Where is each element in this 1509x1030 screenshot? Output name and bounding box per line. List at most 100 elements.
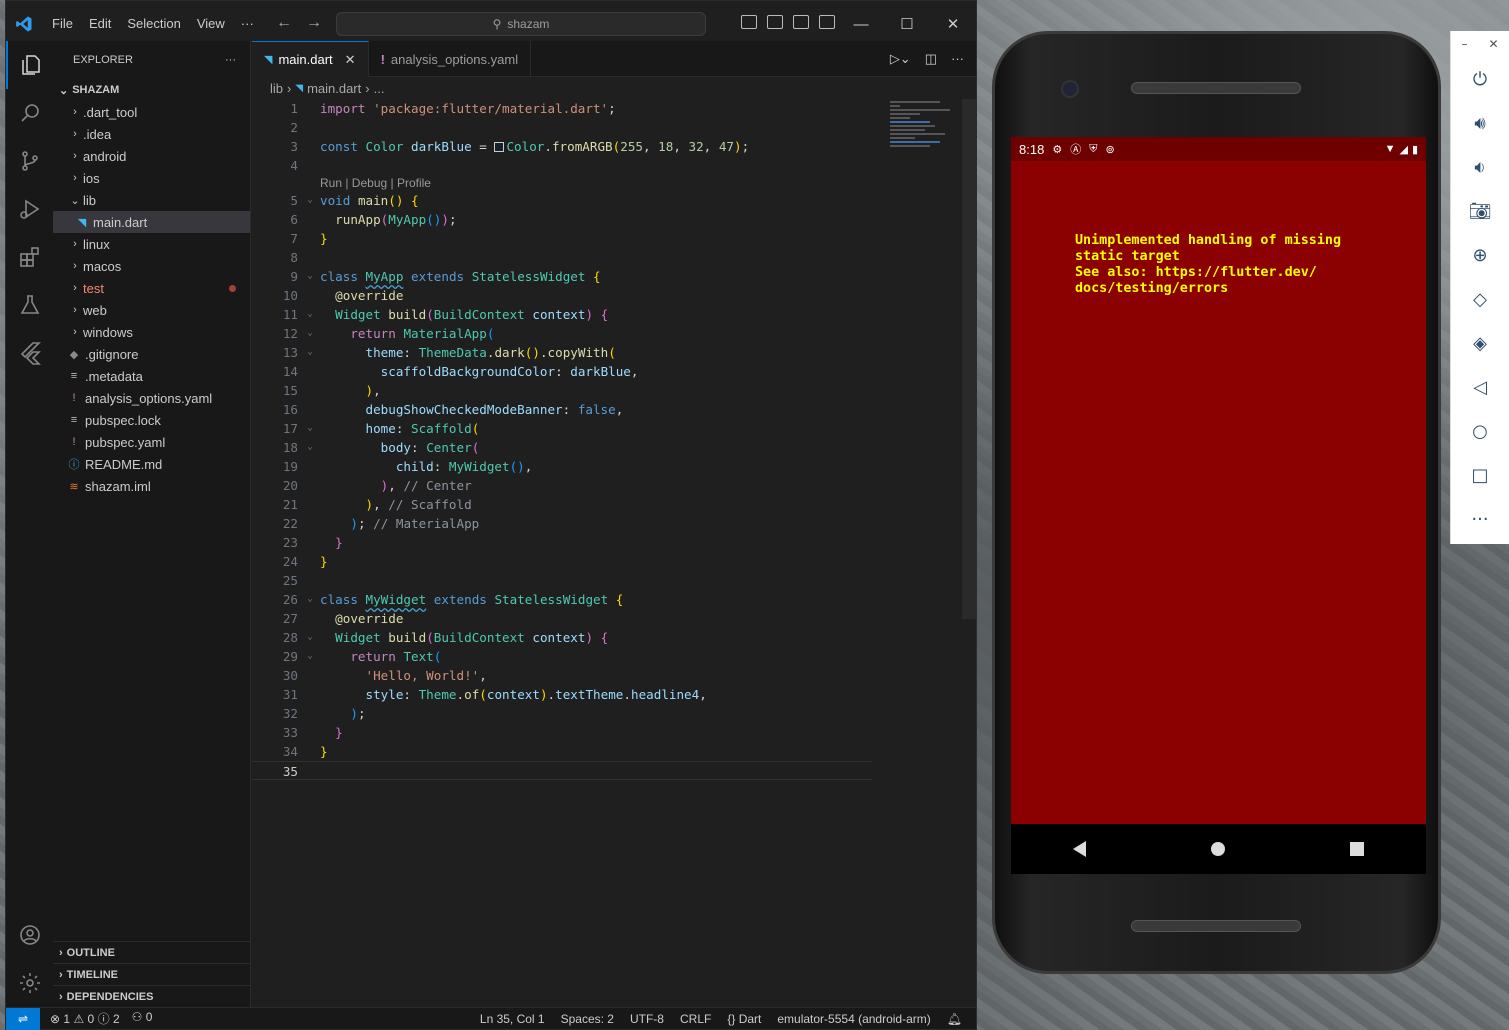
- chevron-right-icon: ›: [59, 946, 63, 959]
- tree-item[interactable]: › web: [53, 299, 250, 321]
- error-icon: ⊗: [50, 1012, 61, 1026]
- timeline-section[interactable]: › TIMELINE: [53, 963, 250, 985]
- workspace-root[interactable]: ⌄ SHAZAM: [53, 79, 250, 101]
- close-tab-icon[interactable]: ✕: [345, 52, 356, 68]
- settings-gear-icon[interactable]: [6, 959, 53, 1007]
- status-right: Ln 35, Col 1 Spaces: 2 UTF-8 CRLF {} Dar…: [480, 1012, 962, 1026]
- ports-indicator[interactable]: ⚇ 0: [132, 1010, 153, 1027]
- volume-up-icon[interactable]: 🔊︎: [1451, 101, 1509, 145]
- language-mode[interactable]: {} Dart: [727, 1012, 761, 1026]
- breadcrumb-lib[interactable]: lib: [270, 81, 283, 96]
- notifications-bell-icon[interactable]: 🔔︎: [947, 1012, 962, 1026]
- chevron-right-icon: ›: [287, 80, 292, 96]
- tree-item[interactable]: ≋ shazam.iml: [53, 475, 250, 497]
- tree-item[interactable]: › test: [53, 277, 250, 299]
- tree-item[interactable]: ≡ pubspec.lock: [53, 409, 250, 431]
- emulator-screen[interactable]: 8:18 ⚙ Ⓐ ⛨ ⊚ ▼ ◢ ▮ Unimplemented handlin…: [1011, 137, 1426, 824]
- line-endings[interactable]: CRLF: [680, 1012, 711, 1026]
- camera-icon[interactable]: 📷︎: [1451, 189, 1509, 233]
- cursor-position[interactable]: Ln 35, Col 1: [480, 1012, 545, 1026]
- more-icon[interactable]: ···: [1451, 497, 1509, 541]
- flutter-error-message: Unimplemented handling of missing static…: [1075, 233, 1342, 296]
- tab-main-dart[interactable]: ◥ main.dart ✕: [252, 41, 369, 77]
- problems-indicator[interactable]: ⊗ 1 ⚠ 0 ⓘ 2: [50, 1010, 120, 1027]
- code-line: 17 ⌄ home: Scaffold(: [282, 421, 480, 436]
- android-status-bar: 8:18 ⚙ Ⓐ ⛨ ⊚ ▼ ◢ ▮: [1011, 137, 1426, 161]
- rotate-right-icon[interactable]: ◈: [1451, 321, 1509, 365]
- extensions-icon[interactable]: [6, 233, 53, 281]
- battery-icon: ▮: [1411, 143, 1418, 156]
- indentation[interactable]: Spaces: 2: [561, 1012, 614, 1026]
- tree-item[interactable]: › windows: [53, 321, 250, 343]
- tab-analysis-options[interactable]: ! analysis_options.yaml: [369, 41, 532, 77]
- back-arrow-icon[interactable]: ←: [276, 14, 292, 32]
- explorer-icon[interactable]: [6, 41, 53, 89]
- back-icon[interactable]: ◁: [1451, 365, 1509, 409]
- tree-item[interactable]: › linux: [53, 233, 250, 255]
- tree-item[interactable]: ! analysis_options.yaml: [53, 387, 250, 409]
- toggle-secondary-sidebar-icon[interactable]: [793, 15, 809, 29]
- toggle-panel-icon[interactable]: [767, 15, 783, 29]
- code-line: 34}: [282, 744, 328, 759]
- close-icon[interactable]: ✕: [1488, 37, 1498, 51]
- run-debug-dropdown-icon[interactable]: ▷⌄: [890, 51, 911, 67]
- more-actions-icon[interactable]: ···: [951, 51, 964, 67]
- tree-item[interactable]: › .idea: [53, 123, 250, 145]
- tree-item[interactable]: › ios: [53, 167, 250, 189]
- flutter-icon[interactable]: [6, 329, 53, 377]
- tree-item[interactable]: ◆ .gitignore: [53, 343, 250, 365]
- overview-icon[interactable]: [1349, 842, 1364, 856]
- back-icon[interactable]: [1073, 841, 1087, 857]
- source-control-icon[interactable]: [6, 137, 53, 185]
- volume-down-icon[interactable]: 🔉︎: [1451, 145, 1509, 189]
- explorer-header: EXPLORER ···: [53, 41, 250, 79]
- accounts-icon[interactable]: [6, 911, 53, 959]
- forward-arrow-icon[interactable]: →: [306, 14, 322, 32]
- code-line: 23 }: [282, 535, 343, 550]
- split-editor-icon[interactable]: ◫: [925, 51, 937, 67]
- search-view-icon[interactable]: [6, 89, 53, 137]
- minimize-icon[interactable]: –: [1461, 37, 1467, 51]
- code-line: 22 ); // MaterialApp: [282, 516, 480, 531]
- tree-item-label: .idea: [83, 126, 112, 142]
- home-icon[interactable]: ○: [1451, 409, 1509, 453]
- code-line: 13 ⌄ theme: ThemeData.dark().copyWith(: [282, 345, 616, 360]
- tree-item-label: test: [83, 280, 104, 296]
- code-lens-run-debug[interactable]: Run | Debug | Profile: [252, 175, 962, 191]
- explorer-more-actions[interactable]: ···: [225, 54, 236, 66]
- tree-item[interactable]: ≡ .metadata: [53, 365, 250, 387]
- editor-area: ◥ main.dart ✕ ! analysis_options.yaml ▷⌄…: [252, 41, 976, 1007]
- remote-icon[interactable]: ⇌: [6, 1007, 40, 1030]
- yaml-file-icon: !: [72, 436, 76, 448]
- tree-item[interactable]: › macos: [53, 255, 250, 277]
- vertical-scrollbar[interactable]: [962, 99, 976, 619]
- tree-item[interactable]: › .dart_tool: [53, 101, 250, 123]
- breadcrumb-symbols[interactable]: ...: [374, 81, 385, 96]
- command-center-search[interactable]: ⚲ shazam: [336, 12, 706, 36]
- overview-icon[interactable]: □: [1451, 453, 1509, 497]
- power-icon[interactable]: ⏻: [1451, 57, 1509, 101]
- toggle-sidebar-icon[interactable]: [741, 15, 757, 29]
- wifi-icon: ▼: [1384, 142, 1396, 155]
- testing-icon[interactable]: [6, 281, 53, 329]
- zoom-icon[interactable]: ⊕: [1451, 233, 1509, 277]
- minimap[interactable]: [890, 99, 962, 169]
- customize-layout-icon[interactable]: [819, 15, 835, 29]
- tree-item-label: README.md: [85, 456, 163, 472]
- tree-item[interactable]: ! pubspec.yaml: [53, 431, 250, 453]
- breadcrumb-file[interactable]: main.dart: [307, 81, 361, 96]
- tree-item[interactable]: ⌄ lib: [53, 189, 250, 211]
- home-icon[interactable]: [1210, 842, 1225, 856]
- current-code-line: 35: [252, 761, 872, 780]
- code-editor[interactable]: 1 import 'package:flutter/material.dart';…: [252, 99, 962, 1007]
- dependencies-section[interactable]: › DEPENDENCIES: [53, 985, 250, 1007]
- tree-item[interactable]: ⓘ README.md: [53, 453, 250, 475]
- outline-section[interactable]: › OUTLINE: [53, 941, 250, 963]
- activity-bar: [6, 41, 53, 1007]
- rotate-left-icon[interactable]: ◇: [1451, 277, 1509, 321]
- run-debug-icon[interactable]: [6, 185, 53, 233]
- tree-item[interactable]: › android: [53, 145, 250, 167]
- tree-item[interactable]: ◥ main.dart: [53, 211, 250, 233]
- device-selector[interactable]: emulator-5554 (android-arm): [777, 1012, 930, 1026]
- encoding[interactable]: UTF-8: [630, 1012, 664, 1026]
